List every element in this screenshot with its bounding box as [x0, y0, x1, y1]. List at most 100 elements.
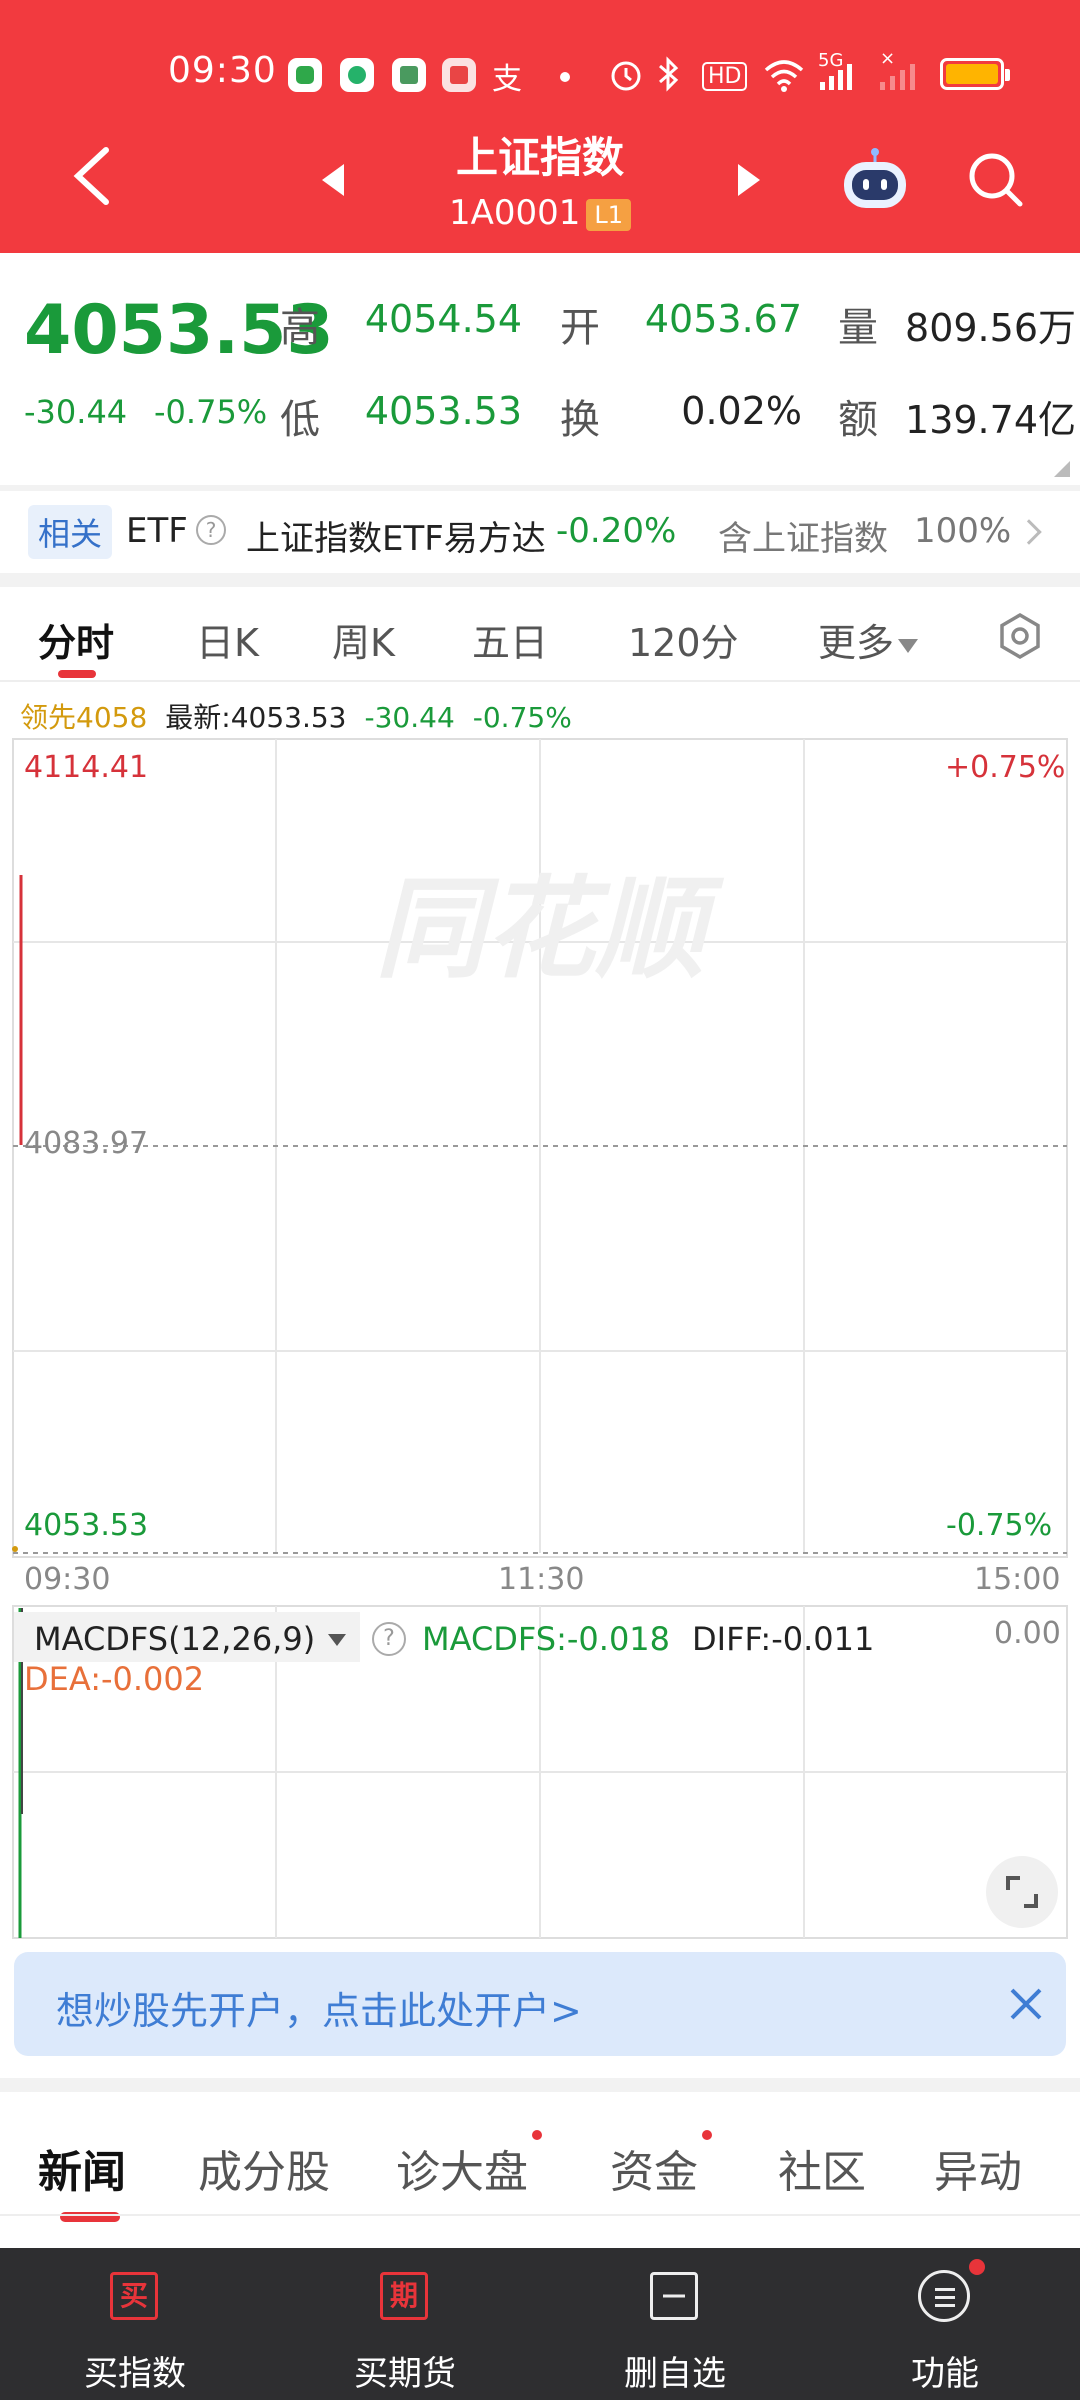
high-label: 高	[280, 305, 320, 351]
related-badge: 相关	[28, 505, 113, 559]
status-bar: 09:30 支 HD 5G ×	[0, 44, 1080, 100]
help-icon[interactable]: ?	[372, 1622, 406, 1656]
expand-corner-icon[interactable]	[1054, 461, 1070, 477]
etf-weight: 100%	[914, 511, 1012, 551]
price-series-layer	[12, 1546, 18, 1552]
divider	[0, 573, 1080, 587]
wifi-icon	[764, 60, 804, 92]
notification-app-icon	[340, 58, 374, 92]
open-account-banner[interactable]: 想炒股先开户，点击此处开户>	[14, 1952, 1066, 2056]
notification-dot-icon	[702, 2130, 712, 2140]
level-badge: L1	[586, 198, 632, 231]
search-icon[interactable]	[966, 150, 1026, 210]
settings-hexagon-icon[interactable]	[996, 612, 1044, 660]
help-icon[interactable]: ?	[196, 515, 226, 545]
bluetooth-icon	[659, 56, 679, 92]
remove-watchlist-label: 删自选	[624, 2354, 726, 2394]
tab-constituents[interactable]: 成分股	[198, 2136, 330, 2200]
alarm-icon	[611, 61, 641, 91]
tab-daily-k[interactable]: 日K	[196, 612, 259, 667]
intraday-chart[interactable]: 同花顺	[0, 735, 1080, 1565]
buy-index-button[interactable]: 买 买指数	[0, 2248, 270, 2400]
alipay-icon: 支	[492, 62, 522, 97]
pct-bottom-label: -0.75%	[946, 1508, 1053, 1543]
intraday-info-line: 领先4058 最新:4053.53 -30.44 -0.75%	[20, 696, 572, 736]
next-index-arrow-icon[interactable]	[738, 164, 760, 196]
tab-unusual-moves[interactable]: 异动	[934, 2136, 1022, 2200]
tab-community[interactable]: 社区	[778, 2136, 866, 2200]
hd-icon: HD	[702, 62, 748, 91]
volume-value: 809.56万	[905, 306, 1076, 350]
buy-futures-button[interactable]: 期 买期货	[270, 2248, 540, 2400]
price-point	[12, 1546, 18, 1552]
banner-text: 想炒股先开户，点击此处开户>	[56, 1989, 582, 2033]
stock-code-line: 1A0001 L1	[0, 193, 1080, 233]
buy-icon: 买	[110, 2272, 158, 2320]
tab-market-diagnosis-label: 诊大盘	[396, 2147, 528, 2198]
dropdown-triangle-icon	[898, 638, 919, 653]
dropdown-triangle-icon	[328, 1634, 346, 1646]
tab-more[interactable]: 更多	[818, 612, 919, 667]
low-value: 4053.53	[364, 389, 522, 433]
title-block: 上证指数 1A0001 L1	[0, 124, 1080, 233]
functions-button[interactable]: 功能	[810, 2248, 1080, 2400]
tab-intraday[interactable]: 分时	[38, 612, 114, 667]
x-axis-label-noon: 11:30	[498, 1562, 585, 1597]
etf-name: 上证指数ETF易方达	[246, 519, 546, 559]
latest-price: 最新:4053.53	[165, 701, 347, 734]
fullscreen-button[interactable]	[986, 1856, 1058, 1928]
macd-indicator-selector[interactable]: MACDFS(12,26,9)	[14, 1612, 360, 1662]
functions-label: 功能	[911, 2354, 979, 2394]
notification-app-icon	[288, 58, 322, 92]
fullscreen-icon	[1006, 1876, 1038, 1908]
y-axis-top-label: 4114.41	[24, 750, 149, 785]
price-change-percent: -0.75%	[154, 393, 268, 431]
notification-dot-icon	[532, 2130, 542, 2140]
open-label: 开	[560, 305, 600, 351]
divider	[0, 2214, 1080, 2216]
macdfs-value: MACDFS:-0.018	[422, 1620, 671, 1658]
remove-watchlist-icon	[650, 2272, 698, 2320]
tab-news[interactable]: 新闻	[38, 2136, 126, 2200]
ai-assistant-robot-icon[interactable]	[838, 146, 912, 212]
tab-market-diagnosis[interactable]: 诊大盘	[396, 2130, 542, 2200]
leading-index: 领先4058	[20, 701, 148, 734]
tab-120-min[interactable]: 120分	[628, 612, 739, 667]
watermark-text: 同花顺	[375, 865, 725, 993]
y-axis-mid-label: 4083.97	[24, 1126, 149, 1161]
open-value: 4053.67	[644, 297, 802, 341]
futures-icon: 期	[380, 2272, 428, 2320]
app-header: 09:30 支 HD 5G × 上证指数 1A0001 L1	[0, 0, 1080, 253]
tab-weekly-k[interactable]: 周K	[332, 612, 395, 667]
tab-funds[interactable]: 资金	[610, 2130, 712, 2200]
chevron-right-icon	[1016, 519, 1042, 545]
amount-label: 额	[838, 397, 878, 443]
buy-futures-label: 买期货	[354, 2354, 456, 2394]
x-axis-label-open: 09:30	[24, 1562, 111, 1597]
menu-icon	[918, 2259, 985, 2322]
tab-funds-label: 资金	[610, 2147, 698, 2198]
turnover-value: 0.02%	[681, 389, 802, 433]
turnover-label: 换	[560, 397, 600, 443]
battery-icon	[940, 58, 1010, 90]
macd-axis-value: 0.00	[994, 1616, 1061, 1651]
etf-label: ETF	[126, 511, 188, 551]
content-tabs: 新闻 成分股 诊大盘 资金 社区 异动	[0, 2078, 1080, 2222]
price-change: -30.44	[24, 393, 128, 431]
quote-panel: 4053.53 -30.44 -0.75% 高 4054.54 开 4053.6…	[0, 253, 1080, 485]
status-time: 09:30	[168, 50, 277, 91]
dea-value: DEA:-0.002	[24, 1660, 205, 1698]
etf-change: -0.20%	[556, 511, 677, 551]
remove-watchlist-button[interactable]: 删自选	[540, 2248, 810, 2400]
buy-index-label: 买指数	[84, 2354, 186, 2394]
macd-indicator-name: MACDFS(12,26,9)	[34, 1620, 316, 1658]
signal-icon	[820, 64, 852, 90]
related-etf-row[interactable]: 相关 ETF ? 上证指数ETF易方达 -0.20% 含上证指数 100%	[0, 491, 1080, 573]
tab-five-day[interactable]: 五日	[472, 612, 548, 667]
close-icon[interactable]	[1008, 1986, 1044, 2022]
notification-dot-icon	[969, 2259, 985, 2275]
y-axis-bottom-label: 4053.53	[24, 1508, 149, 1543]
etf-weight-label: 含上证指数	[718, 519, 888, 559]
more-notifications-dot-icon	[560, 72, 570, 82]
video-app-icon	[442, 58, 476, 92]
